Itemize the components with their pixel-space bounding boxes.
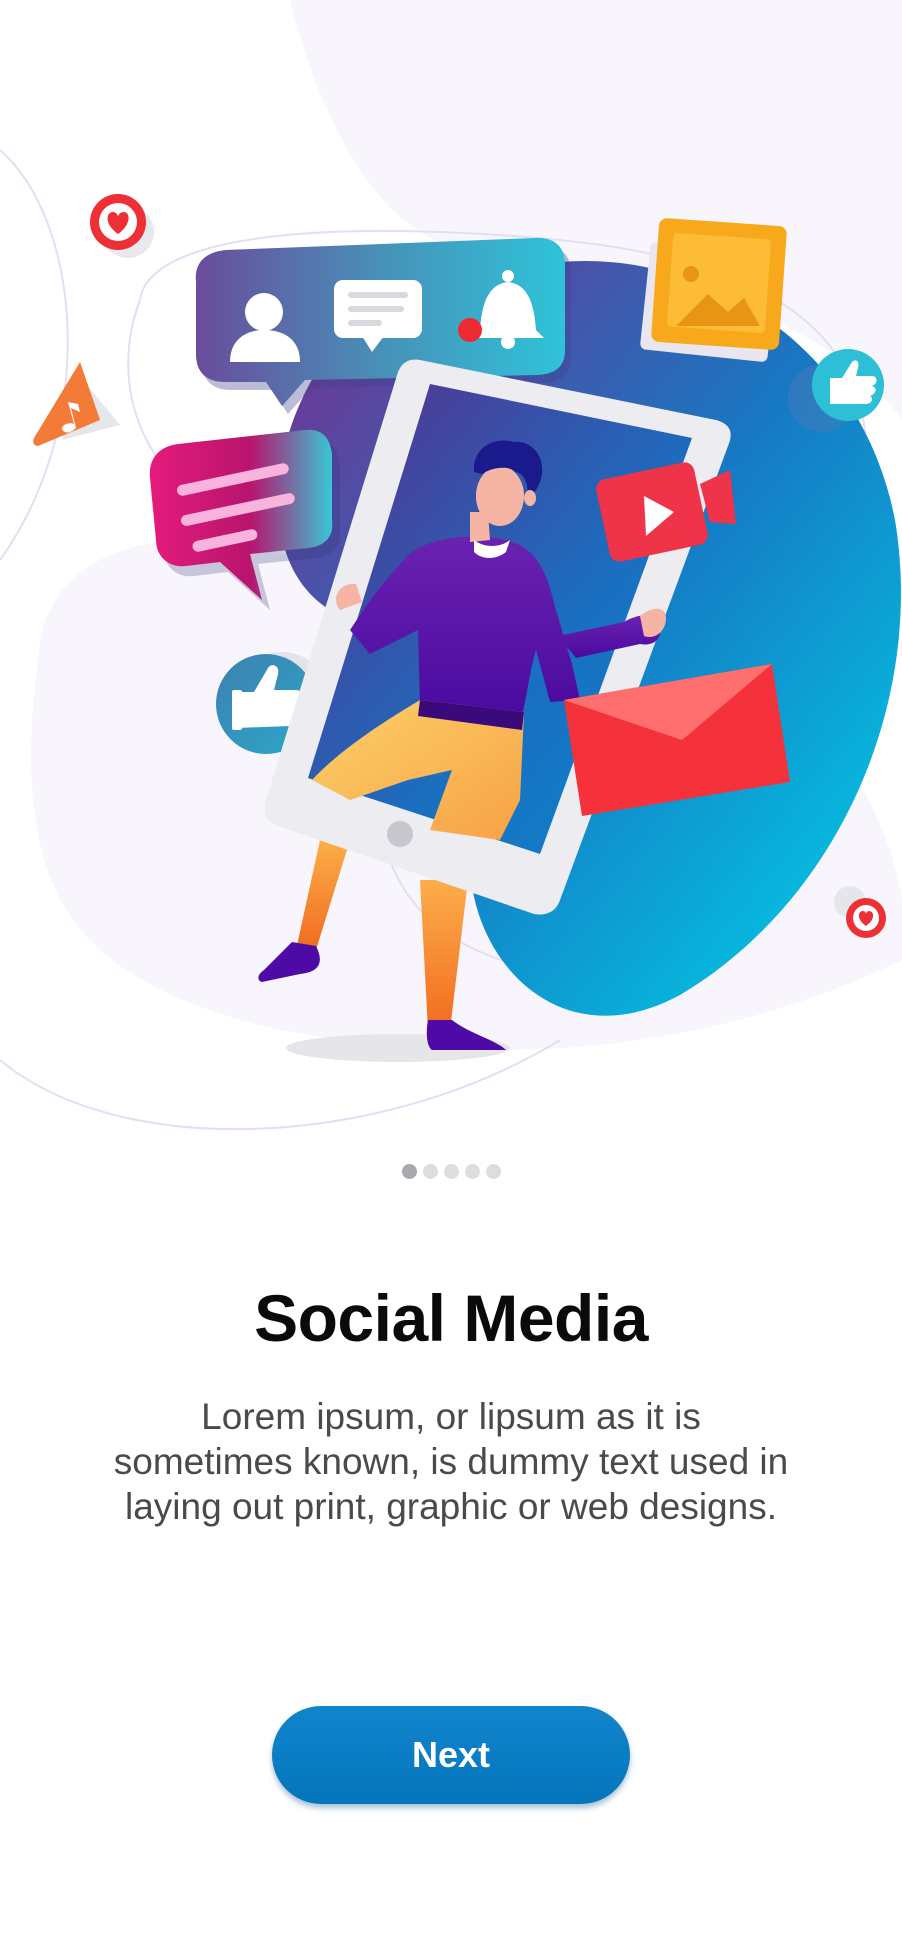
music-note-icon [33, 362, 120, 446]
page-dot-5[interactable] [485, 1164, 501, 1179]
next-button[interactable]: Next [272, 1706, 630, 1804]
image-icon [640, 218, 787, 362]
onboarding-description: Lorem ipsum, or lipsum as it is sometime… [113, 1396, 789, 1527]
page-dot-2[interactable] [422, 1164, 438, 1179]
hero-illustration [0, 0, 902, 1160]
page-dot-3[interactable] [443, 1164, 459, 1179]
page-dot-4[interactable] [464, 1164, 480, 1179]
page-indicator [0, 1164, 902, 1179]
page-dot-1[interactable] [401, 1164, 417, 1179]
onboarding-title: Social Media [254, 1281, 648, 1355]
heart-icon [90, 194, 154, 258]
